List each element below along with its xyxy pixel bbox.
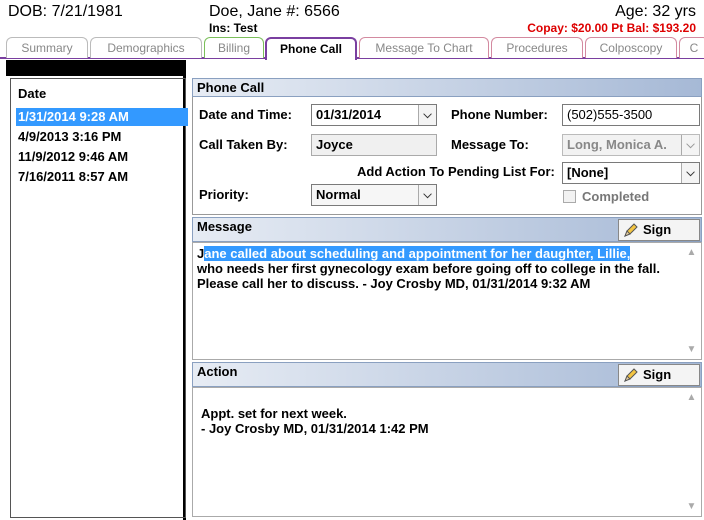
message-to-value: Long, Monica A. <box>567 137 667 152</box>
patient-insurance: Ins: Test <box>209 21 258 35</box>
action-scrollbar[interactable]: ▲ ▼ <box>684 390 699 514</box>
phone-input[interactable]: (502)555-3500 <box>562 104 700 126</box>
tab-colposcopy[interactable]: Colposcopy <box>585 37 677 58</box>
selected-text: ane called about scheduling and appointm… <box>204 246 631 261</box>
action-sign-button[interactable]: Sign <box>618 364 700 386</box>
tab-overflow[interactable]: C <box>679 37 704 58</box>
chevron-down-icon[interactable]: ⌵ <box>418 105 436 125</box>
tab-billing[interactable]: Billing <box>204 37 264 58</box>
chevron-down-icon[interactable]: ⌵ <box>681 163 699 183</box>
date-value: 01/31/2014 <box>316 107 382 122</box>
pencil-icon <box>624 223 638 237</box>
taken-by-field: Joyce <box>311 134 437 156</box>
priority-select[interactable]: Normal ⌵ <box>311 184 437 206</box>
list-top-bar <box>6 60 183 76</box>
patient-header: DOB: 7/21/1981 Doe, Jane #: 6566 Ins: Te… <box>0 0 704 38</box>
copay-balance: Copay: $20.00 Pt Bal: $193.20 <box>527 21 696 35</box>
pending-value: [None] <box>567 165 609 180</box>
message-to-label: Message To: <box>451 137 529 152</box>
list-item[interactable]: 7/16/2011 8:57 AM <box>16 168 188 186</box>
tab-bar: Summary Demographics Billing Phone Call … <box>0 37 704 60</box>
priority-value: Normal <box>316 187 361 202</box>
completed-label: Completed <box>582 189 650 204</box>
pencil-icon <box>624 368 638 382</box>
date-column-header[interactable]: Date <box>18 86 46 101</box>
list-item[interactable]: 4/9/2013 3:16 PM <box>16 128 188 146</box>
patient-age: Age: 32 yrs <box>615 3 696 20</box>
action-textarea[interactable]: Appt. set for next week. - Joy Crosby MD… <box>192 387 702 517</box>
date-label: Date and Time: <box>199 107 292 122</box>
tab-phone-call[interactable]: Phone Call <box>265 37 357 60</box>
phone-label: Phone Number: <box>451 107 548 122</box>
completed-checkbox[interactable] <box>563 190 576 203</box>
message-sign-button[interactable]: Sign <box>618 219 700 241</box>
tab-procedures[interactable]: Procedures <box>491 37 583 58</box>
tab-message-to-chart[interactable]: Message To Chart <box>359 37 489 58</box>
patient-name: Doe, Jane #: 6566 <box>209 3 340 20</box>
tab-summary[interactable]: Summary <box>6 37 88 58</box>
taken-by-label: Call Taken By: <box>199 137 288 152</box>
list-item[interactable]: 1/31/2014 9:28 AM <box>16 108 188 126</box>
call-date-list: Date 1/31/2014 9:28 AM 4/9/2013 3:16 PM … <box>6 60 188 520</box>
message-textarea[interactable]: Jane called about scheduling and appoint… <box>192 242 702 360</box>
chevron-down-icon[interactable]: ⌵ <box>681 135 699 155</box>
message-to-select[interactable]: Long, Monica A. ⌵ <box>562 134 700 156</box>
chevron-down-icon[interactable]: ⌵ <box>418 185 436 205</box>
pending-select[interactable]: [None] ⌵ <box>562 162 700 184</box>
patient-dob: DOB: 7/21/1981 <box>8 3 123 20</box>
phone-call-section-title: Phone Call <box>192 78 702 97</box>
message-scrollbar[interactable]: ▲ ▼ <box>684 245 699 357</box>
date-picker[interactable]: 01/31/2014 ⌵ <box>311 104 437 126</box>
pending-label: Add Action To Pending List For: <box>357 164 555 179</box>
phone-call-form: Date and Time: 01/31/2014 ⌵ Phone Number… <box>192 97 702 215</box>
list-item[interactable]: 11/9/2012 9:46 AM <box>16 148 188 166</box>
tab-demographics[interactable]: Demographics <box>90 37 202 58</box>
phone-call-panel: Phone Call Date and Time: 01/31/2014 ⌵ P… <box>192 78 704 520</box>
priority-label: Priority: <box>199 187 249 202</box>
